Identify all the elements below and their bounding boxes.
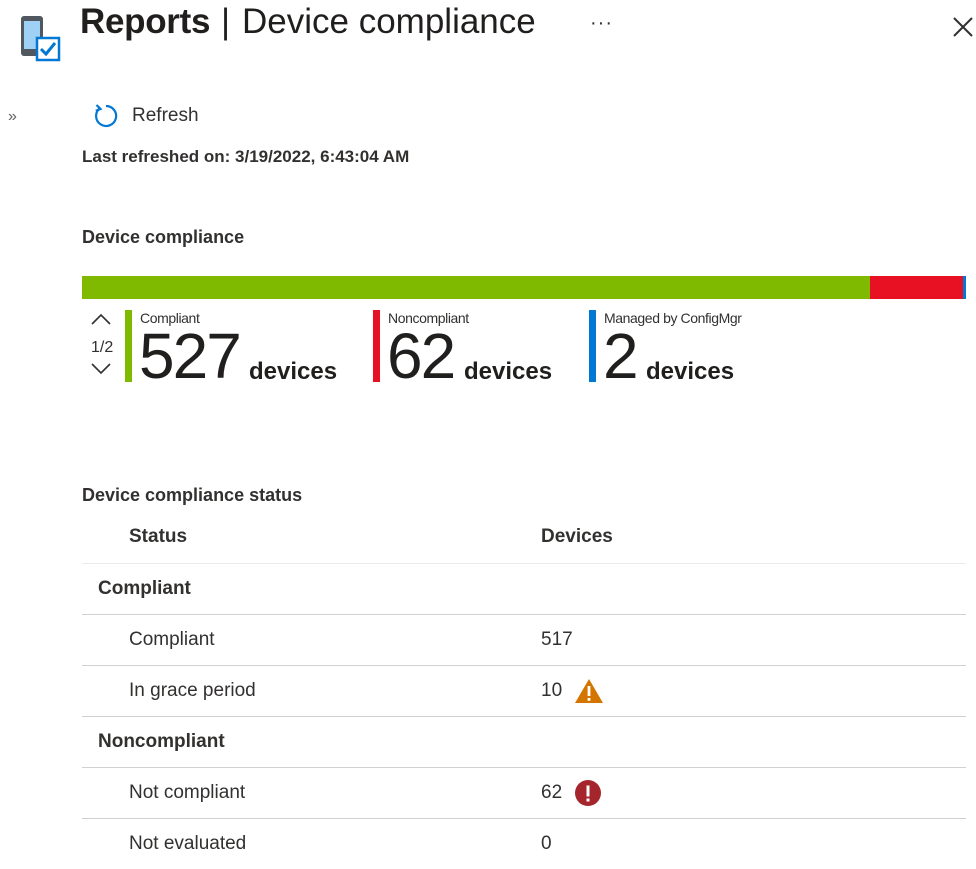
devices-cell: 10 xyxy=(541,678,604,704)
page-subtitle: Device compliance xyxy=(242,2,536,41)
table-header: Status Devices xyxy=(82,520,966,564)
stat-count: 62 xyxy=(387,320,456,392)
table-row[interactable]: Not compliant 62 xyxy=(82,768,966,819)
devices-count: 517 xyxy=(541,629,573,650)
warning-icon xyxy=(575,679,604,703)
devices-cell: 517 xyxy=(541,629,573,651)
close-icon[interactable] xyxy=(950,14,976,40)
stat-unit: devices xyxy=(249,358,338,385)
status-table-heading: Device compliance status xyxy=(82,485,303,505)
devices-cell: 62 xyxy=(541,779,602,807)
bar-segment-compliant xyxy=(82,276,871,299)
bar-segment-configmgr xyxy=(963,276,966,299)
chevron-up-icon[interactable] xyxy=(90,312,112,326)
stat-accent xyxy=(373,310,380,382)
compliance-bar xyxy=(82,276,966,299)
status-cell: Compliant xyxy=(129,629,215,650)
bar-segment-noncompliant xyxy=(870,276,963,299)
group-row-noncompliant[interactable]: Noncompliant xyxy=(82,717,966,768)
title-separator: | xyxy=(221,2,231,41)
table-row[interactable]: Not evaluated 0 xyxy=(82,819,966,869)
chevron-down-icon[interactable] xyxy=(90,362,112,376)
status-table: Status Devices Compliant Compliant 517 I… xyxy=(82,520,966,869)
status-cell: In grace period xyxy=(129,680,256,701)
refresh-button[interactable]: Refresh xyxy=(92,101,199,131)
stat-count: 2 xyxy=(603,320,639,392)
device-compliance-heading: Device compliance xyxy=(82,227,245,247)
expand-menu-button[interactable]: » xyxy=(8,108,17,126)
stat-unit: devices xyxy=(646,358,735,385)
stat-accent xyxy=(589,310,596,382)
last-refreshed-text: Last refreshed on: 3/19/2022, 6:43:04 AM xyxy=(82,147,410,166)
error-icon xyxy=(575,780,602,806)
pager-indicator: 1/2 xyxy=(91,339,114,356)
stat-count: 527 xyxy=(139,320,242,392)
table-row[interactable]: Compliant 517 xyxy=(82,615,966,666)
page-title: Reports xyxy=(80,2,211,41)
group-row-compliant[interactable]: Compliant xyxy=(82,564,966,615)
devices-count: 10 xyxy=(541,680,563,701)
refresh-icon xyxy=(95,104,118,128)
status-cell: Not compliant xyxy=(129,782,246,803)
devices-count: 62 xyxy=(541,782,563,803)
column-header-status[interactable]: Status xyxy=(129,526,187,548)
group-label: Compliant xyxy=(98,578,191,599)
refresh-label: Refresh xyxy=(132,105,199,126)
stat-accent xyxy=(125,310,132,382)
device-compliance-icon xyxy=(21,16,61,62)
table-row[interactable]: In grace period 10 xyxy=(82,666,966,717)
column-header-devices[interactable]: Devices xyxy=(541,526,613,548)
more-options-button[interactable]: ··· xyxy=(590,12,613,35)
stat-unit: devices xyxy=(464,358,553,385)
group-label: Noncompliant xyxy=(98,731,225,752)
